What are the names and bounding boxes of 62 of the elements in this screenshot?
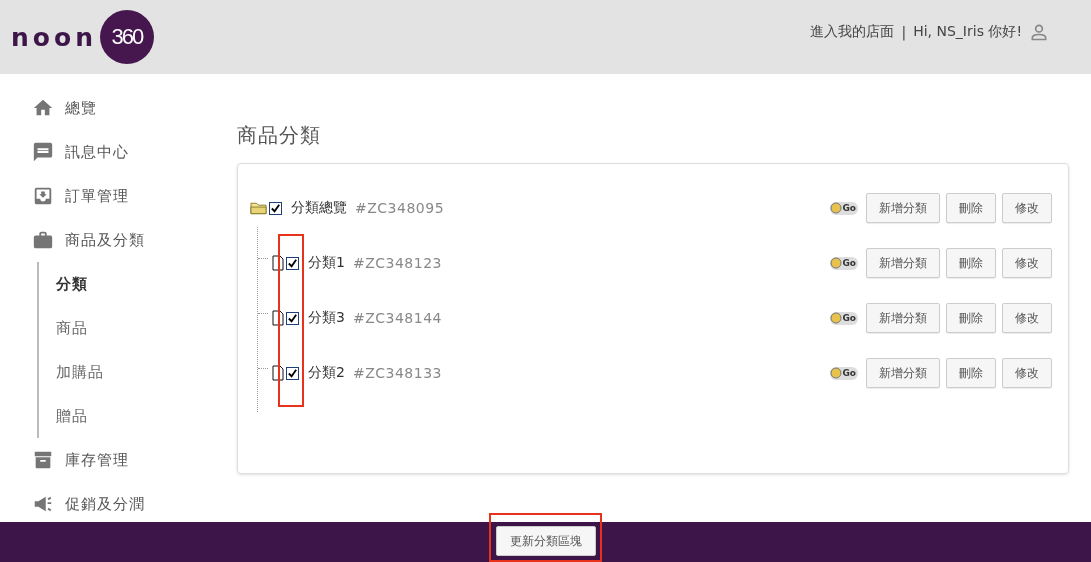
sidebar-item[interactable]: 訊息中心: [0, 130, 200, 174]
category-code: #ZC348123: [352, 255, 442, 271]
action-button[interactable]: 刪除: [946, 303, 996, 333]
magnifier-icon: [830, 312, 843, 324]
sidebar-item[interactable]: 訂單管理: [0, 174, 200, 218]
sidebar-item[interactable]: 商品及分類: [0, 218, 200, 262]
page-icon: [272, 255, 284, 271]
action-button[interactable]: 新增分類: [866, 248, 940, 278]
check-icon: [270, 202, 281, 214]
category-name: 分類1: [308, 254, 345, 272]
sidebar-subitem[interactable]: 分類: [56, 262, 200, 306]
action-button[interactable]: 新增分類: [866, 358, 940, 388]
store-link[interactable]: 進入我的店面: [810, 23, 895, 41]
sidebar-item[interactable]: 庫存管理: [0, 438, 200, 482]
category-name: 分類總覽: [291, 199, 347, 217]
checkbox[interactable]: [286, 311, 299, 325]
action-button[interactable]: 修改: [1002, 303, 1052, 333]
action-button[interactable]: 刪除: [946, 193, 996, 223]
page-icon: [272, 365, 284, 381]
go-icon[interactable]: Go: [830, 311, 858, 325]
magnifier-icon: [830, 257, 843, 269]
chat-icon: [32, 141, 54, 163]
update-button[interactable]: 更新分類區塊: [495, 526, 596, 556]
checkbox[interactable]: [286, 256, 299, 270]
logo-badge: 360: [99, 10, 154, 64]
separator: |: [901, 24, 907, 40]
page-icon: [272, 310, 284, 326]
category-code: #ZC348144: [352, 310, 442, 326]
action-button[interactable]: 修改: [1002, 248, 1052, 278]
category-code: #ZC348095: [355, 200, 445, 216]
sidebar-subitem[interactable]: 商品: [56, 306, 200, 350]
go-icon[interactable]: Go: [830, 201, 858, 215]
greeting: Hi, NS_Iris 你好!: [913, 23, 1022, 41]
logo-wordmark: noon: [11, 22, 97, 52]
briefcase-icon: [32, 229, 54, 251]
go-icon[interactable]: Go: [830, 366, 858, 380]
category-name: 分類3: [308, 309, 345, 327]
sidebar-subitem[interactable]: 加購品: [56, 350, 200, 394]
check-icon: [287, 367, 298, 379]
checkbox[interactable]: [269, 201, 282, 215]
user-icon[interactable]: [1029, 22, 1049, 42]
action-button[interactable]: 修改: [1002, 193, 1052, 223]
sidebar-subitem[interactable]: 贈品: [56, 394, 200, 438]
archive-icon: [32, 449, 54, 471]
action-button[interactable]: 新增分類: [866, 193, 940, 223]
action-button[interactable]: 刪除: [946, 358, 996, 388]
folder-icon[interactable]: [250, 201, 267, 215]
action-button[interactable]: 刪除: [946, 248, 996, 278]
magnifier-icon: [830, 367, 843, 379]
go-icon[interactable]: Go: [830, 256, 858, 270]
sidebar-item[interactable]: 促銷及分潤: [0, 482, 200, 526]
sidebar-item[interactable]: 總覽: [0, 86, 200, 130]
check-icon: [287, 312, 298, 324]
check-icon: [287, 257, 298, 269]
page-title: 商品分類: [237, 122, 322, 149]
category-name: 分類2: [308, 364, 345, 382]
magnifier-icon: [830, 202, 843, 214]
checkbox[interactable]: [286, 366, 299, 380]
inbox-icon: [32, 185, 54, 207]
action-button[interactable]: 新增分類: [866, 303, 940, 333]
action-button[interactable]: 修改: [1002, 358, 1052, 388]
category-code: #ZC348133: [352, 365, 442, 381]
